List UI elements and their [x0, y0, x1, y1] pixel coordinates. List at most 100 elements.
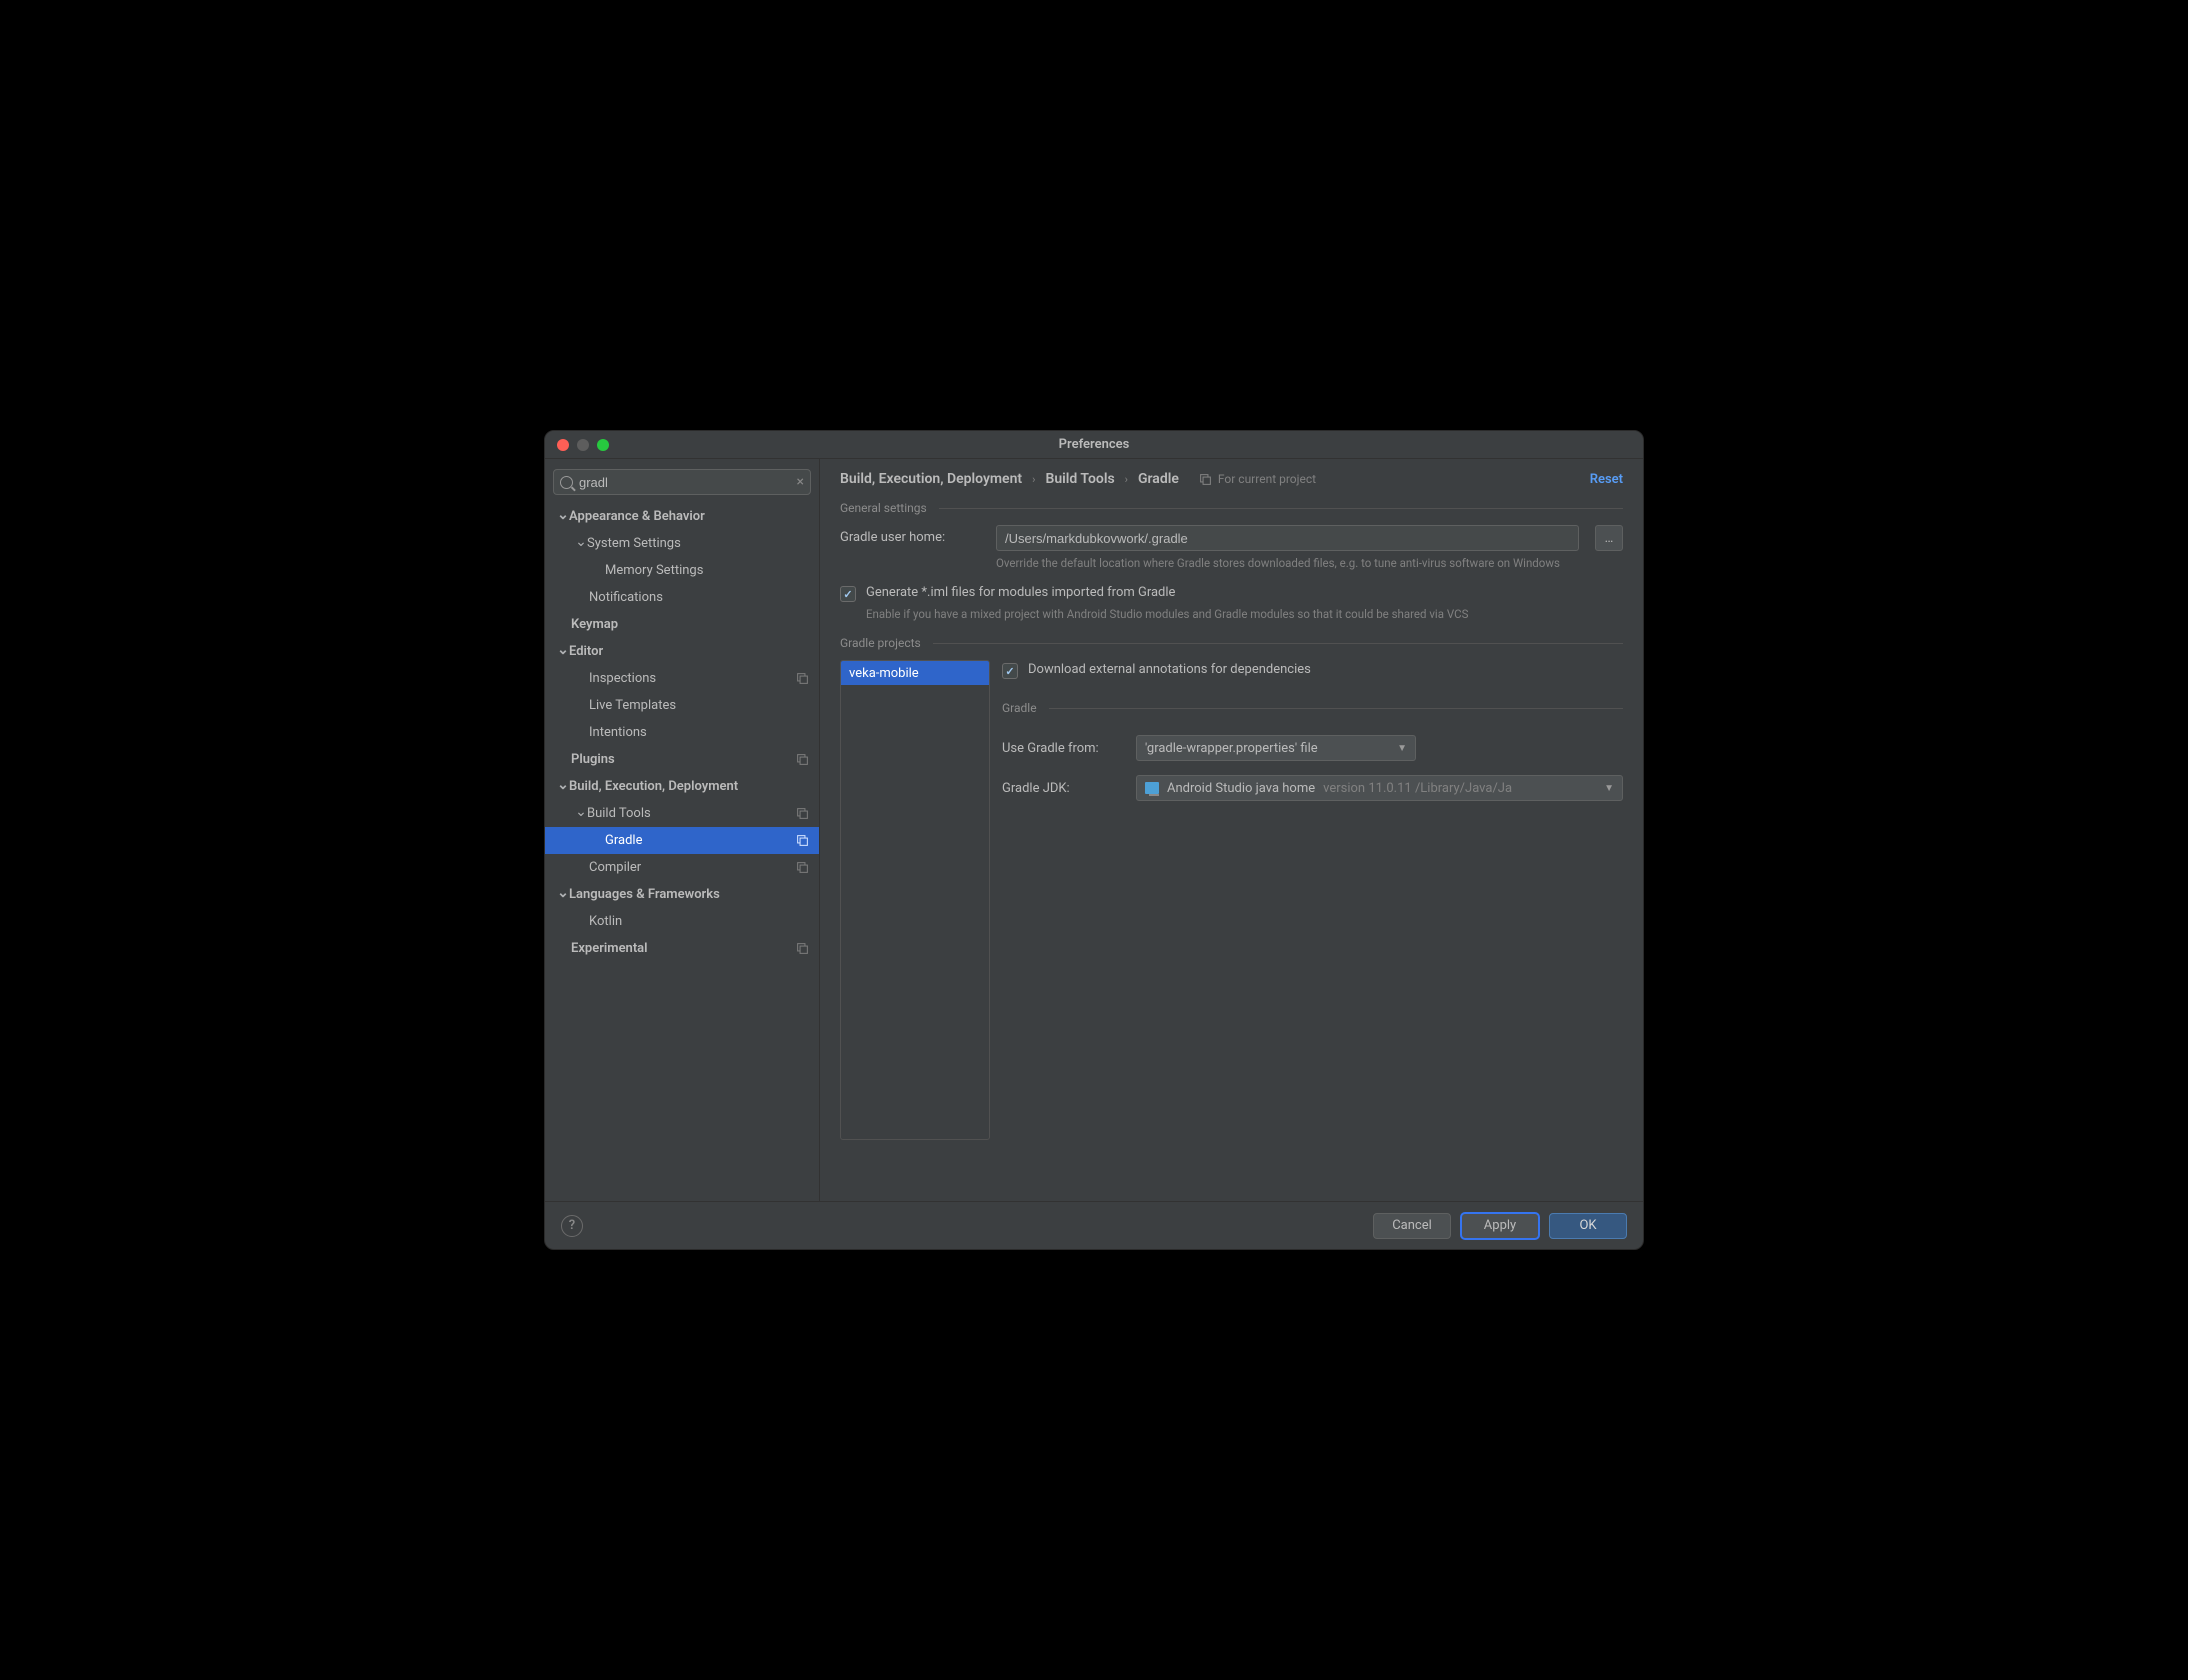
browse-user-home-button[interactable]: … [1595, 525, 1623, 551]
tree-item[interactable]: Kotlin [545, 908, 819, 935]
window-title: Preferences [545, 437, 1643, 452]
tree-item-label: Build Tools [587, 806, 796, 821]
tree-item[interactable]: Inspections [545, 665, 819, 692]
chevron-down-icon[interactable] [575, 806, 587, 822]
tree-item[interactable]: Memory Settings [545, 557, 819, 584]
tree-item-label: Kotlin [589, 914, 809, 929]
tree-item[interactable]: Build, Execution, Deployment [545, 773, 819, 800]
scope-icon [1199, 473, 1212, 486]
tree-item-label: Inspections [589, 671, 796, 686]
chevron-down-icon: ▼ [1397, 743, 1407, 754]
gradle-project-item[interactable]: veka-mobile [841, 661, 989, 685]
tree-item-label: Appearance & Behavior [569, 509, 809, 524]
tree-item[interactable]: Plugins [545, 746, 819, 773]
gradle-jdk-secondary: version 11.0.11 /Library/Java/Ja [1323, 781, 1596, 796]
tree-item[interactable]: System Settings [545, 530, 819, 557]
chevron-down-icon[interactable] [557, 779, 569, 795]
tree-item-label: Intentions [589, 725, 809, 740]
tree-item[interactable]: Languages & Frameworks [545, 881, 819, 908]
tree-item-label: Notifications [589, 590, 809, 605]
tree-item[interactable]: Build Tools [545, 800, 819, 827]
chevron-down-icon[interactable] [575, 536, 587, 552]
section-general-settings: General settings [840, 501, 1623, 515]
traffic-lights [545, 439, 609, 451]
tree-item-label: Memory Settings [605, 563, 809, 578]
reset-link[interactable]: Reset [1590, 472, 1623, 487]
use-gradle-from-value: 'gradle-wrapper.properties' file [1145, 741, 1389, 756]
tree-item-label: Editor [569, 644, 809, 659]
download-annotations-checkbox[interactable] [1002, 663, 1018, 679]
scope-badge: For current project [1199, 472, 1316, 486]
minimize-window-button[interactable] [577, 439, 589, 451]
close-window-button[interactable] [557, 439, 569, 451]
settings-tree: Appearance & Behavior System Settings Memo… [545, 503, 819, 1201]
gradle-user-home-label: Gradle user home: [840, 525, 980, 545]
tree-item[interactable]: Live Templates [545, 692, 819, 719]
ok-button[interactable]: OK [1549, 1213, 1627, 1239]
tree-item-label: Build, Execution, Deployment [569, 779, 809, 794]
project-scope-icon [796, 807, 809, 820]
breadcrumb: Build, Execution, Deployment › Build Tools… [840, 471, 1179, 487]
generate-iml-checkbox[interactable] [840, 586, 856, 602]
breadcrumb-item[interactable]: Gradle [1138, 471, 1179, 487]
tree-item-label: System Settings [587, 536, 809, 551]
tree-item[interactable]: Editor [545, 638, 819, 665]
tree-item[interactable]: Experimental [545, 935, 819, 962]
breadcrumb-separator: › [1032, 473, 1035, 486]
gradle-projects-list[interactable]: veka-mobile [840, 660, 990, 1140]
gradle-jdk-dropdown[interactable]: Android Studio java home version 11.0.11… [1136, 775, 1623, 801]
breadcrumb-separator: › [1125, 473, 1128, 486]
zoom-window-button[interactable] [597, 439, 609, 451]
clear-search-button[interactable]: × [797, 474, 804, 490]
gradle-user-home-input[interactable] [996, 525, 1579, 551]
tree-item-label: Languages & Frameworks [569, 887, 809, 902]
tree-item[interactable]: Compiler [545, 854, 819, 881]
cancel-button[interactable]: Cancel [1373, 1213, 1451, 1239]
apply-button[interactable]: Apply [1461, 1213, 1539, 1239]
section-gradle-projects: Gradle projects [840, 636, 1623, 650]
jdk-icon [1145, 782, 1159, 794]
gradle-jdk-value: Android Studio java home [1167, 781, 1315, 796]
generate-iml-label[interactable]: Generate *.iml files for modules importe… [866, 585, 1175, 600]
generate-iml-hint: Enable if you have a mixed project with … [866, 606, 1623, 622]
tree-item-label: Plugins [571, 752, 796, 767]
tree-item-label: Compiler [589, 860, 796, 875]
sidebar: × Appearance & Behavior System Settings Me… [545, 459, 820, 1201]
download-annotations-label[interactable]: Download external annotations for depend… [1028, 662, 1311, 677]
project-scope-icon [796, 942, 809, 955]
use-gradle-from-dropdown[interactable]: 'gradle-wrapper.properties' file ▼ [1136, 735, 1416, 761]
project-scope-icon [796, 753, 809, 766]
project-scope-icon [796, 672, 809, 685]
titlebar: Preferences [545, 431, 1643, 459]
project-scope-icon [796, 861, 809, 874]
chevron-down-icon[interactable] [557, 644, 569, 660]
search-field[interactable]: × [553, 469, 811, 495]
tree-item[interactable]: Intentions [545, 719, 819, 746]
search-input[interactable] [579, 475, 791, 490]
gradle-user-home-hint: Override the default location where Grad… [996, 555, 1623, 571]
project-scope-icon [796, 834, 809, 847]
tree-item[interactable]: Keymap [545, 611, 819, 638]
preferences-window: Preferences × Appearance & Behavior Syste… [544, 430, 1644, 1250]
main-panel: Build, Execution, Deployment › Build Tools… [820, 459, 1643, 1201]
tree-item-label: Live Templates [589, 698, 809, 713]
tree-item[interactable]: Appearance & Behavior [545, 503, 819, 530]
breadcrumb-item[interactable]: Build Tools [1045, 471, 1114, 487]
gradle-project-item-label: veka-mobile [849, 666, 919, 681]
use-gradle-from-label: Use Gradle from: [1002, 741, 1122, 756]
chevron-down-icon[interactable] [557, 887, 569, 903]
tree-item-label: Gradle [605, 833, 796, 848]
chevron-down-icon: ▼ [1604, 783, 1614, 794]
gradle-jdk-label: Gradle JDK: [1002, 781, 1122, 796]
scope-label: For current project [1218, 472, 1316, 486]
search-icon [560, 476, 573, 489]
breadcrumb-item[interactable]: Build, Execution, Deployment [840, 471, 1022, 487]
tree-item-label: Experimental [571, 941, 796, 956]
section-gradle-sub: Gradle [1002, 701, 1623, 715]
chevron-down-icon[interactable] [557, 509, 569, 525]
help-button[interactable]: ? [561, 1215, 583, 1237]
tree-item[interactable]: Gradle [545, 827, 819, 854]
tree-item[interactable]: Notifications [545, 584, 819, 611]
tree-item-label: Keymap [571, 617, 809, 632]
footer: ? Cancel Apply OK [545, 1201, 1643, 1249]
